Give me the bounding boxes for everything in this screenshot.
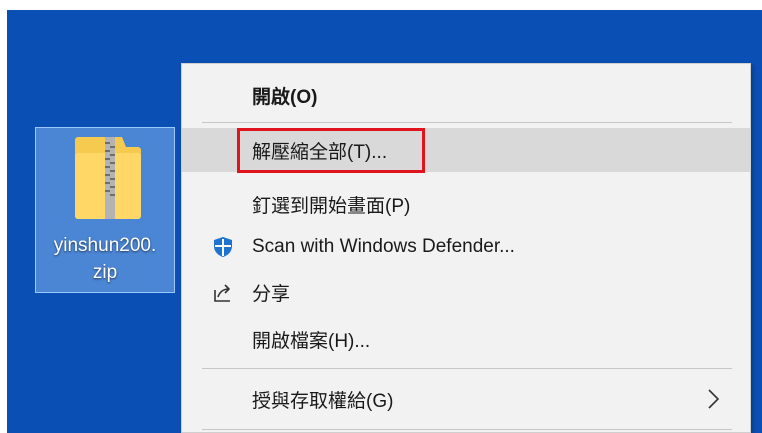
menu-item-pin-to-start-label: 釘選到開始畫面(P): [252, 195, 411, 217]
menu-separator: [202, 429, 732, 430]
highlight-annotation-box: [237, 128, 425, 173]
share-icon: [214, 284, 230, 302]
menu-item-open-file-label: 開啟檔案(H)...: [252, 330, 371, 352]
menu-item-share-label: 分享: [252, 283, 291, 305]
file-name-line-2: zip: [92, 262, 118, 283]
zip-folder-icon[interactable]: [72, 133, 144, 223]
windows-defender-shield-icon: [214, 237, 232, 257]
menu-separator: [202, 122, 732, 123]
menu-item-open-file[interactable]: 開啟檔案(H)...: [182, 317, 750, 361]
menu-item-give-access-label: 授與存取權給(G): [252, 390, 394, 412]
menu-item-give-access[interactable]: 授與存取權給(G): [182, 377, 750, 421]
menu-item-open[interactable]: 開啟(O): [182, 73, 750, 117]
menu-item-pin-to-start[interactable]: 釘選到開始畫面(P): [182, 182, 750, 226]
file-name-line-1: yinshun200.: [53, 235, 157, 256]
menu-separator: [202, 368, 732, 369]
desktop-file-name[interactable]: yinshun200. zip: [35, 232, 175, 286]
menu-item-share[interactable]: 分享: [182, 270, 750, 314]
menu-item-scan-defender[interactable]: Scan with Windows Defender...: [182, 225, 750, 269]
menu-item-open-label: 開啟(O): [252, 86, 318, 108]
chevron-right-icon: [708, 389, 720, 409]
menu-item-scan-defender-label: Scan with Windows Defender...: [252, 236, 515, 257]
context-menu: 開啟(O) 解壓縮全部(T)... 釘選到開始畫面(P) Scan with W…: [181, 63, 751, 433]
